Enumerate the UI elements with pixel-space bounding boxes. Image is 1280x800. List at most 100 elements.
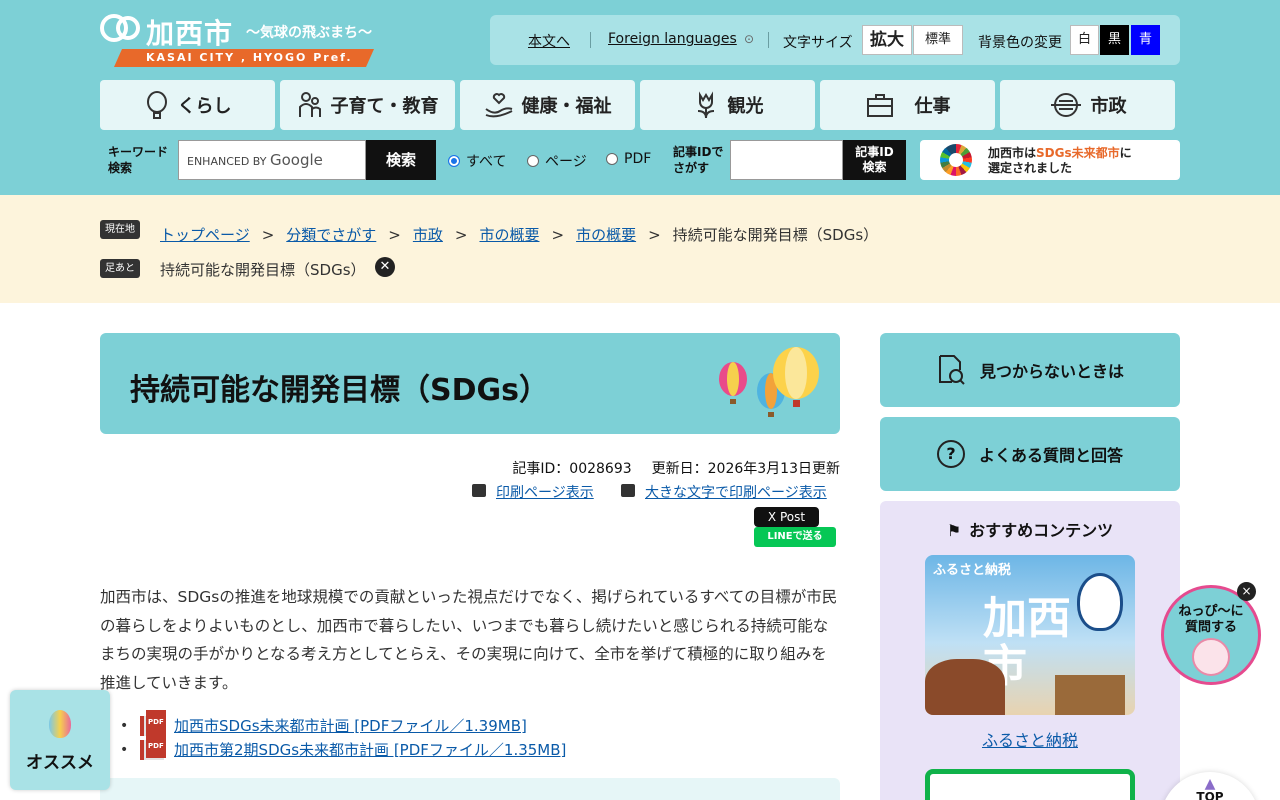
bg-color-label: 背景色の変更 [978,35,1062,51]
search-document-icon [938,355,965,385]
faq-button[interactable]: ? よくある質問と回答 [880,417,1180,491]
kasai-logo-icon [100,14,140,42]
breadcrumb-link[interactable]: 市の概要 [576,226,636,244]
nav-label: 健康・福祉 [521,96,612,117]
recommended-title: ⚑ おすすめコンテンツ [946,521,1114,540]
nav-label: 市政 [1090,96,1127,117]
keyword-search-input[interactable]: ENHANCED BY Google [178,140,366,180]
article-id: 記事ID：0028693 [512,461,632,477]
city-tagline: 〜気球の飛ぶまち〜 [246,25,372,41]
balloon-icon [146,91,167,119]
sdgs-future-city-banner[interactable]: 加西市はSDGs未来都市に 選定されました [920,140,1180,180]
pdf-link[interactable]: 加西市SDGs未来都市計画 [PDFファイル／1.39MB] [174,717,527,735]
hot-air-balloons-icon [719,347,819,417]
balloon-icon [49,710,71,738]
chevron-circle-icon: ⊙ [744,32,755,46]
print-large-link[interactable]: 大きな文字で印刷ページ表示 [645,482,827,502]
back-to-top-button[interactable]: ▲ TOP [1160,772,1260,800]
food-image [925,659,1005,715]
city-icon [1050,93,1081,117]
recommend-float-button[interactable]: オススメ [10,690,110,790]
list-item: PDF 加西市SDGs未来都市計画 [PDFファイル／1.39MB] [120,710,566,738]
footprint-item[interactable]: 持続可能な開発目標（SDGs） [160,259,366,280]
nav-label: 子育て・教育 [330,96,439,117]
keyword-search-label: キーワード 検索 [108,145,169,175]
sdgs-banner-text: 加西市はSDGs未来都市に 選定されました [988,146,1132,175]
print-page-link[interactable]: 印刷ページ表示 [496,482,594,502]
nav-shigoto[interactable]: 仕事 [820,80,995,130]
foreign-languages-link[interactable]: Foreign languages [608,31,737,47]
furusato-banner-image[interactable]: ふるさと納税 加西市 [925,555,1135,715]
bottom-info-box [100,778,840,800]
breadcrumb: トップページ > 分類でさがす > 市政 > 市の概要 > 市の概要 > 持続可能な開発目標（SDG… [160,226,879,244]
line-send-button[interactable]: LINEで送る [754,527,836,547]
hands-heart-icon [484,93,512,118]
bg-white-button[interactable]: 白 [1070,25,1099,55]
bg-black-button[interactable]: 黒 [1100,25,1129,55]
search-button[interactable]: 検索 [366,140,436,180]
furusato-link[interactable]: ふるさと納税 [880,727,1180,751]
family-icon [298,92,321,117]
utility-bar: 本文へ Foreign languages ⊙ 文字サイズ 拡大 標準 背景色の… [490,15,1180,65]
skip-to-content-link[interactable]: 本文へ [528,31,570,51]
tulip-icon [697,91,714,119]
mascot-icon [1192,638,1230,676]
divider [590,32,591,48]
current-location-tag: 現在地 [100,220,140,239]
search-bar: キーワード 検索 ENHANCED BY Google 検索 すべて ページ P… [100,140,1180,180]
pdf-icon: PDF [140,710,166,736]
pdf-link[interactable]: 加西市第2期SDGs未来都市計画 [PDFファイル／1.35MB] [174,741,566,759]
article-body: 加西市は、SDGsの推進を地球規模での貢献といった視点だけでなく、掲げられている… [100,588,838,693]
font-normal-button[interactable]: 標準 [913,25,963,55]
recommended-contents: ⚑ おすすめコンテンツ ふるさと納税 加西市 ふるさと納税 [880,501,1180,800]
nav-kanko[interactable]: 観光 [640,80,815,130]
radio-all[interactable]: すべて [448,151,506,171]
radio-dot[interactable] [448,155,460,167]
breadcrumb-link[interactable]: 分類でさがす [286,226,376,244]
font-large-button[interactable]: 拡大 [862,25,912,55]
city-name: 加西市 [146,17,234,50]
bg-blue-button[interactable]: 青 [1131,25,1160,55]
breadcrumb-link[interactable]: トップページ [160,226,250,244]
page-title: 持続可能な開発目標（SDGs） [130,373,549,408]
article-id-search-button[interactable]: 記事ID 検索 [843,140,906,180]
breadcrumb-link[interactable]: 市政 [413,226,443,244]
file-list: PDF 加西市SDGs未来都市計画 [PDFファイル／1.39MB] PDF 加… [120,710,566,762]
printer-icon [621,484,635,497]
radio-page[interactable]: ページ [527,151,587,171]
sdgs-wheel-icon [940,144,972,176]
nav-kurashi[interactable]: くらし [100,80,275,130]
list-item: PDF 加西市第2期SDGs未来都市計画 [PDFファイル／1.35MB] [120,734,566,762]
printer-icon [472,484,486,497]
article-id-input[interactable] [730,140,843,180]
close-icon[interactable]: ✕ [375,257,395,277]
footprint-tag: 足あと [100,259,140,278]
recommended-banner-2[interactable] [925,769,1135,800]
breadcrumb-link[interactable]: 市の概要 [479,226,539,244]
flag-icon: ⚑ [946,521,962,540]
nav-kenko[interactable]: 健康・福祉 [460,80,635,130]
google-logo: Google [269,151,323,169]
radio-dot[interactable] [527,155,539,167]
nav-label: 仕事 [914,96,951,117]
article-id-search-label: 記事IDで さがす [673,145,724,175]
radio-pdf[interactable]: PDF [606,151,651,167]
divider [768,32,769,48]
page-title-box: 持続可能な開発目標（SDGs） [100,333,840,434]
nav-shisei[interactable]: 市政 [1000,80,1175,130]
nav-kosodate[interactable]: 子育て・教育 [280,80,455,130]
article-meta: 記事ID：0028693 更新日：2026年3月13日更新 [492,458,840,478]
breadcrumb-current: 持続可能な開発目標（SDGs） [672,226,879,244]
global-nav: くらし 子育て・教育 健康・福祉 観光 仕事 市政 [100,80,1180,130]
not-found-button[interactable]: 見つからないときは [880,333,1180,407]
radio-dot[interactable] [606,153,618,165]
site-logo[interactable]: 加西市 〜気球の飛ぶまち〜 KASAI CITY , HYOGO Pref. [100,12,380,70]
site-header: 加西市 〜気球の飛ぶまち〜 KASAI CITY , HYOGO Pref. 本… [0,0,1280,195]
not-found-label: 見つからないときは [979,362,1124,381]
question-icon: ? [936,440,965,468]
font-size-label: 文字サイズ [783,35,853,51]
nav-label: くらし [177,96,232,117]
close-icon[interactable]: × [1237,582,1256,601]
briefcase-icon [866,94,893,117]
x-post-button[interactable]: X Post [754,507,819,527]
